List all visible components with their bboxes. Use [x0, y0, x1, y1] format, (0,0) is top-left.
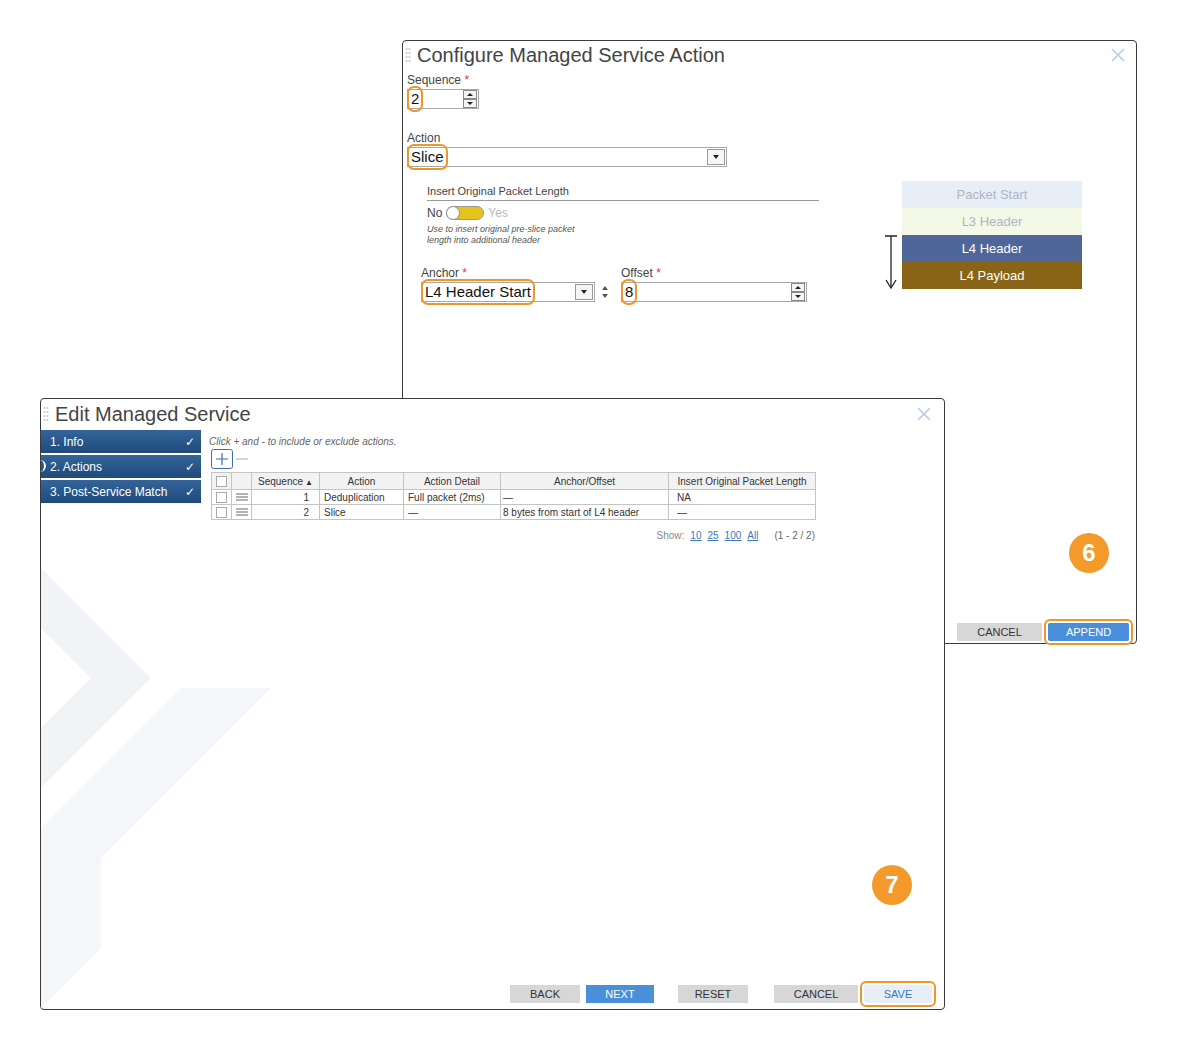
- sequence-field[interactable]: 2: [407, 89, 479, 109]
- table-cell: 8 bytes from start of L4 header: [501, 505, 669, 520]
- table-header: Sequence▲ActionAction DetailAnchor/Offse…: [212, 473, 816, 490]
- actions-table: Sequence▲ActionAction DetailAnchor/Offse…: [211, 472, 816, 520]
- add-icon[interactable]: [211, 449, 233, 469]
- dropdown-arrow-icon[interactable]: [707, 149, 725, 165]
- drag-handle-icon[interactable]: [236, 508, 248, 516]
- step-callout: 6: [1069, 533, 1109, 573]
- column-header[interactable]: Action: [320, 473, 404, 490]
- drag-handle-icon[interactable]: [236, 493, 248, 501]
- pagination: Show:1025100All(1 - 2 / 2): [211, 530, 815, 541]
- step-check: ✓: [185, 435, 195, 449]
- dropdown-arrow-icon[interactable]: [575, 284, 593, 300]
- dialog-button[interactable]: NEXT: [586, 985, 654, 1003]
- table-cell: 2: [252, 505, 320, 520]
- anchor-value: L4 Header Start: [425, 283, 531, 301]
- table-cell: Slice: [320, 505, 404, 520]
- page-range: (1 - 2 / 2): [774, 530, 815, 541]
- anchor-label: Anchor *: [421, 266, 595, 280]
- watermark-icon: [41, 528, 271, 1008]
- reorder-arrows-icon[interactable]: [601, 284, 609, 300]
- wizard-steps: 1. Info✓2. Actions✓3. Post-Service Match…: [41, 430, 201, 1009]
- table-cell: NA: [669, 490, 816, 505]
- table-cell: —: [669, 505, 816, 520]
- page-size-link[interactable]: All: [747, 530, 758, 541]
- dialog-title: Edit Managed Service: [55, 403, 910, 426]
- slice-range-arrow-icon: [883, 235, 899, 289]
- step-callout: 7: [872, 865, 912, 905]
- grip-icon[interactable]: [405, 47, 411, 63]
- column-header[interactable]: Insert Original Packet Length: [669, 473, 816, 490]
- action-label: Action: [407, 131, 821, 145]
- grip-icon[interactable]: [43, 406, 49, 422]
- spinner-icon[interactable]: [791, 283, 805, 301]
- offset-value: 8: [625, 283, 633, 301]
- sequence-label: Sequence *: [407, 73, 821, 87]
- table-cell: Deduplication: [320, 490, 404, 505]
- step-check: ✓: [185, 485, 195, 499]
- packet-layer: L4 Payload: [902, 262, 1082, 289]
- remove-icon[interactable]: [235, 449, 249, 469]
- table-row[interactable]: 1DeduplicationFull packet (2ms)—NA: [212, 490, 816, 505]
- insert-length-section: Insert Original Packet Length No Yes Use to…: [427, 185, 819, 246]
- dialog-header[interactable]: Edit Managed Service: [41, 399, 944, 428]
- sort-mark: ▲: [305, 478, 313, 487]
- offset-field[interactable]: 8: [621, 282, 807, 302]
- sequence-value: 2: [411, 90, 419, 108]
- table-cell: Full packet (2ms): [404, 490, 501, 505]
- help-text: Use to insert original pre-slice packetl…: [427, 224, 819, 246]
- row-checkbox[interactable]: [216, 492, 227, 503]
- page-size-link[interactable]: 25: [707, 530, 718, 541]
- close-icon[interactable]: [916, 406, 932, 422]
- row-checkbox[interactable]: [216, 507, 227, 518]
- toggle-on-label: Yes: [488, 206, 508, 220]
- dialog-button[interactable]: RESET: [678, 985, 748, 1003]
- column-header[interactable]: Action Detail: [404, 473, 501, 490]
- column-header[interactable]: Anchor/Offset: [501, 473, 669, 490]
- offset-label: Offset *: [621, 266, 807, 280]
- dialog-header[interactable]: Configure Managed Service Action: [403, 41, 1136, 68]
- dialog-button[interactable]: CANCEL: [957, 623, 1042, 641]
- step-check: ✓: [185, 460, 195, 474]
- table-cell: —: [404, 505, 501, 520]
- wizard-step[interactable]: 1. Info✓: [41, 430, 201, 453]
- wizard-step[interactable]: 3. Post-Service Match✓: [41, 480, 201, 503]
- dialog-button[interactable]: SAVE: [864, 985, 932, 1003]
- close-icon[interactable]: [1110, 47, 1126, 63]
- toggle-off-label: No: [427, 206, 442, 220]
- hint-text: Click + and - to include or exclude acti…: [209, 436, 932, 448]
- table-cell: 1: [252, 490, 320, 505]
- spinner-icon[interactable]: [463, 90, 477, 108]
- dialog-button[interactable]: CANCEL: [774, 985, 858, 1003]
- action-select[interactable]: Slice: [407, 147, 727, 167]
- packet-layer: L4 Header: [902, 235, 1082, 262]
- toggle-switch[interactable]: [446, 206, 484, 220]
- table-row[interactable]: 2Slice—8 bytes from start of L4 header—: [212, 505, 816, 520]
- edit-managed-service-dialog: Edit Managed Service 1. Info✓2. Actions✓3…: [40, 398, 945, 1010]
- packet-layer: L3 Header: [902, 208, 1082, 235]
- column-header[interactable]: Sequence▲: [252, 473, 320, 490]
- table-cell: —: [501, 490, 669, 505]
- section-heading: Insert Original Packet Length: [427, 185, 819, 201]
- canvas: Configure Managed Service Action Sequence…: [0, 0, 1178, 1051]
- dialog-button[interactable]: BACK: [510, 985, 580, 1003]
- anchor-select[interactable]: L4 Header Start: [421, 282, 595, 302]
- action-value: Slice: [411, 148, 444, 166]
- wizard-step[interactable]: 2. Actions✓: [41, 455, 201, 478]
- page-size-link[interactable]: 100: [725, 530, 742, 541]
- dialog-button[interactable]: APPEND: [1048, 623, 1129, 641]
- dialog-title: Configure Managed Service Action: [417, 44, 1104, 67]
- select-all-checkbox[interactable]: [216, 476, 227, 487]
- page-size-link[interactable]: 10: [690, 530, 701, 541]
- packet-layer: Packet Start: [902, 181, 1082, 208]
